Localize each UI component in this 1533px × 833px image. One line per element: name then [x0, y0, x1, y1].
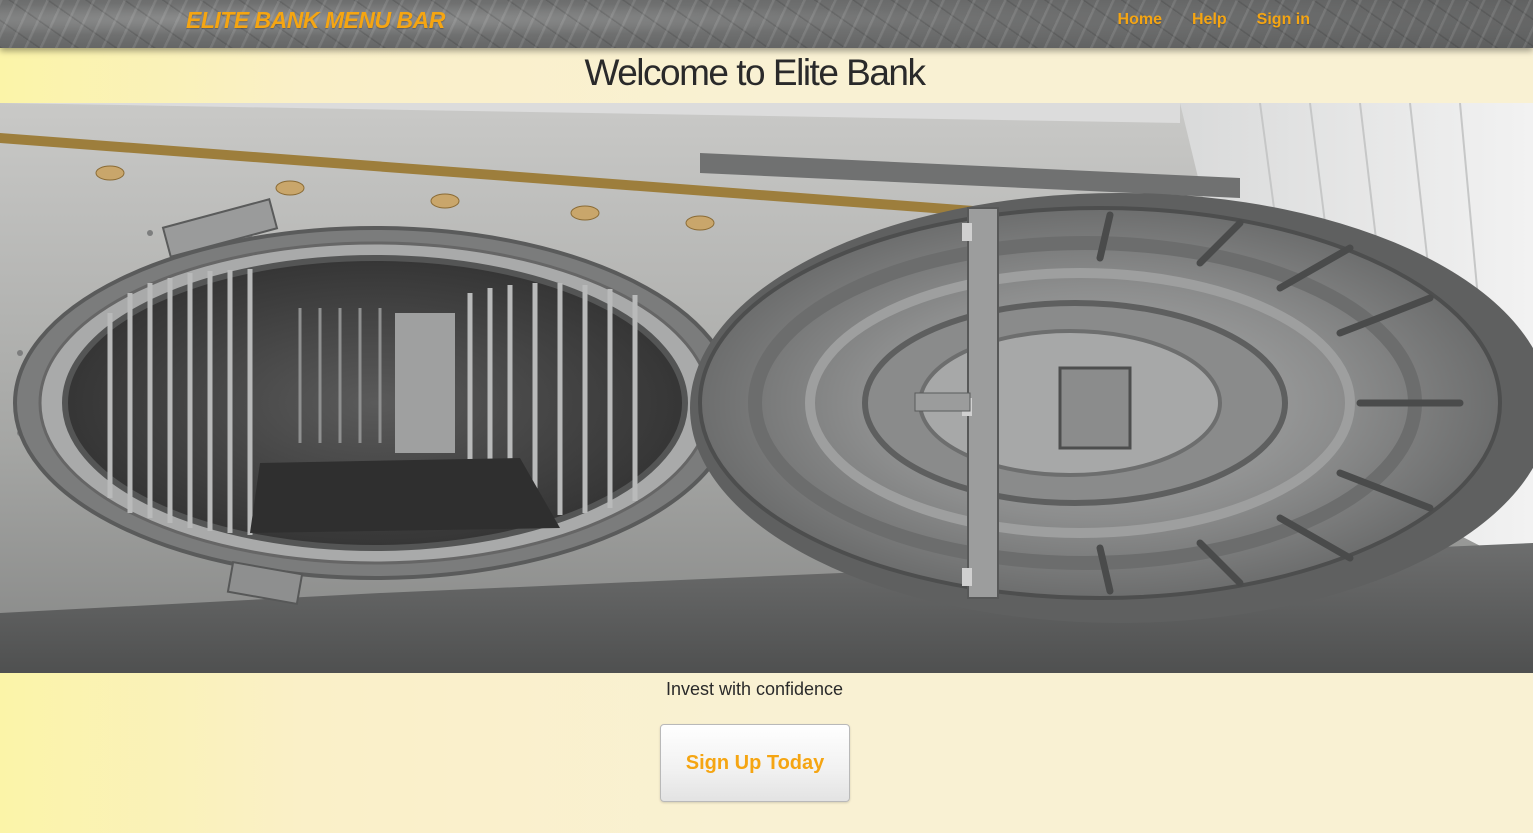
sign-up-button[interactable]: Sign Up Today: [660, 724, 850, 802]
top-navbar: ELITE BANK MENU BAR Home Help Sign in: [0, 0, 1533, 48]
nav-link-home[interactable]: Home: [1118, 11, 1162, 29]
nav-links: Home Help Sign in: [1118, 11, 1310, 29]
page-title: Welcome to Elite Bank: [584, 52, 926, 93]
hero-vault-image: [0, 103, 1533, 673]
tagline: Invest with confidence: [665, 679, 844, 699]
nav-link-help[interactable]: Help: [1192, 11, 1227, 29]
nav-link-sign-in[interactable]: Sign in: [1257, 11, 1310, 29]
brand-title[interactable]: ELITE BANK MENU BAR: [186, 7, 445, 34]
